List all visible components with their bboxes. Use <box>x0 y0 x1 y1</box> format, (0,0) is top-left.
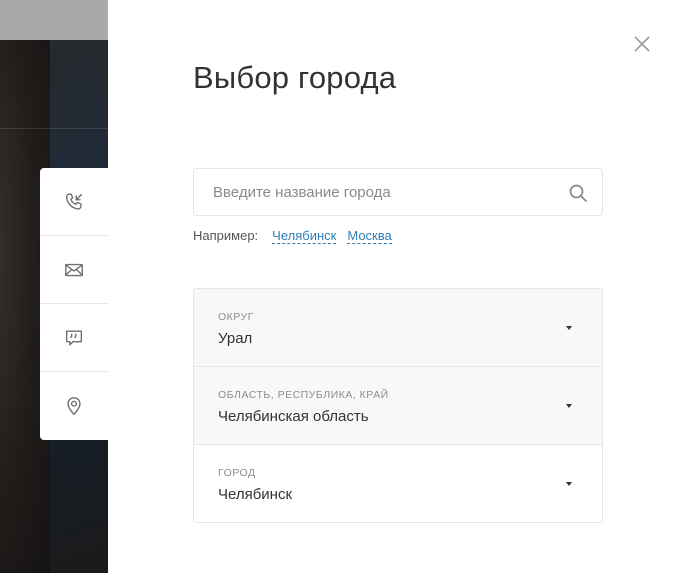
callback-button[interactable] <box>40 168 108 236</box>
backdrop-header <box>0 0 108 40</box>
chat-icon <box>65 329 83 346</box>
region-select-value: Челябинская область <box>218 408 369 425</box>
caret-down-icon <box>566 482 572 486</box>
close-button[interactable] <box>632 34 652 54</box>
city-select-dialog: Выбор города Например: Челябинск Москва … <box>108 0 690 573</box>
district-select-label: Округ <box>218 311 254 323</box>
district-select-value: Урал <box>218 330 253 347</box>
chat-button[interactable] <box>40 304 108 372</box>
contact-side-panel <box>40 168 108 440</box>
caret-down-icon <box>566 404 572 408</box>
city-select-value: Челябинск <box>218 486 293 503</box>
examples-prefix: Например: <box>193 228 259 243</box>
dialog-title: Выбор города <box>193 60 397 95</box>
region-select-label: Область, республика, край <box>218 389 389 401</box>
example-link-chelyabinsk[interactable]: Челябинск <box>272 228 337 244</box>
close-icon <box>634 36 650 52</box>
district-select[interactable]: Округ Урал <box>194 289 602 367</box>
backdrop-divider <box>0 128 108 129</box>
city-search <box>193 168 603 216</box>
caret-down-icon <box>566 326 572 330</box>
location-button[interactable] <box>40 372 108 440</box>
mail-icon <box>65 263 83 276</box>
email-button[interactable] <box>40 236 108 304</box>
example-link-moscow[interactable]: Москва <box>347 228 392 244</box>
search-icon[interactable] <box>568 183 588 203</box>
callback-phone-icon <box>65 193 83 210</box>
city-examples: Например: Челябинск Москва <box>193 228 392 244</box>
location-pin-icon <box>67 397 81 415</box>
region-select[interactable]: Область, республика, край Челябинская об… <box>194 367 602 445</box>
city-select[interactable]: Город Челябинск <box>194 445 602 522</box>
location-selects: Округ Урал Область, республика, край Чел… <box>193 288 603 523</box>
city-search-input[interactable] <box>194 169 554 215</box>
city-select-label: Город <box>218 467 256 479</box>
